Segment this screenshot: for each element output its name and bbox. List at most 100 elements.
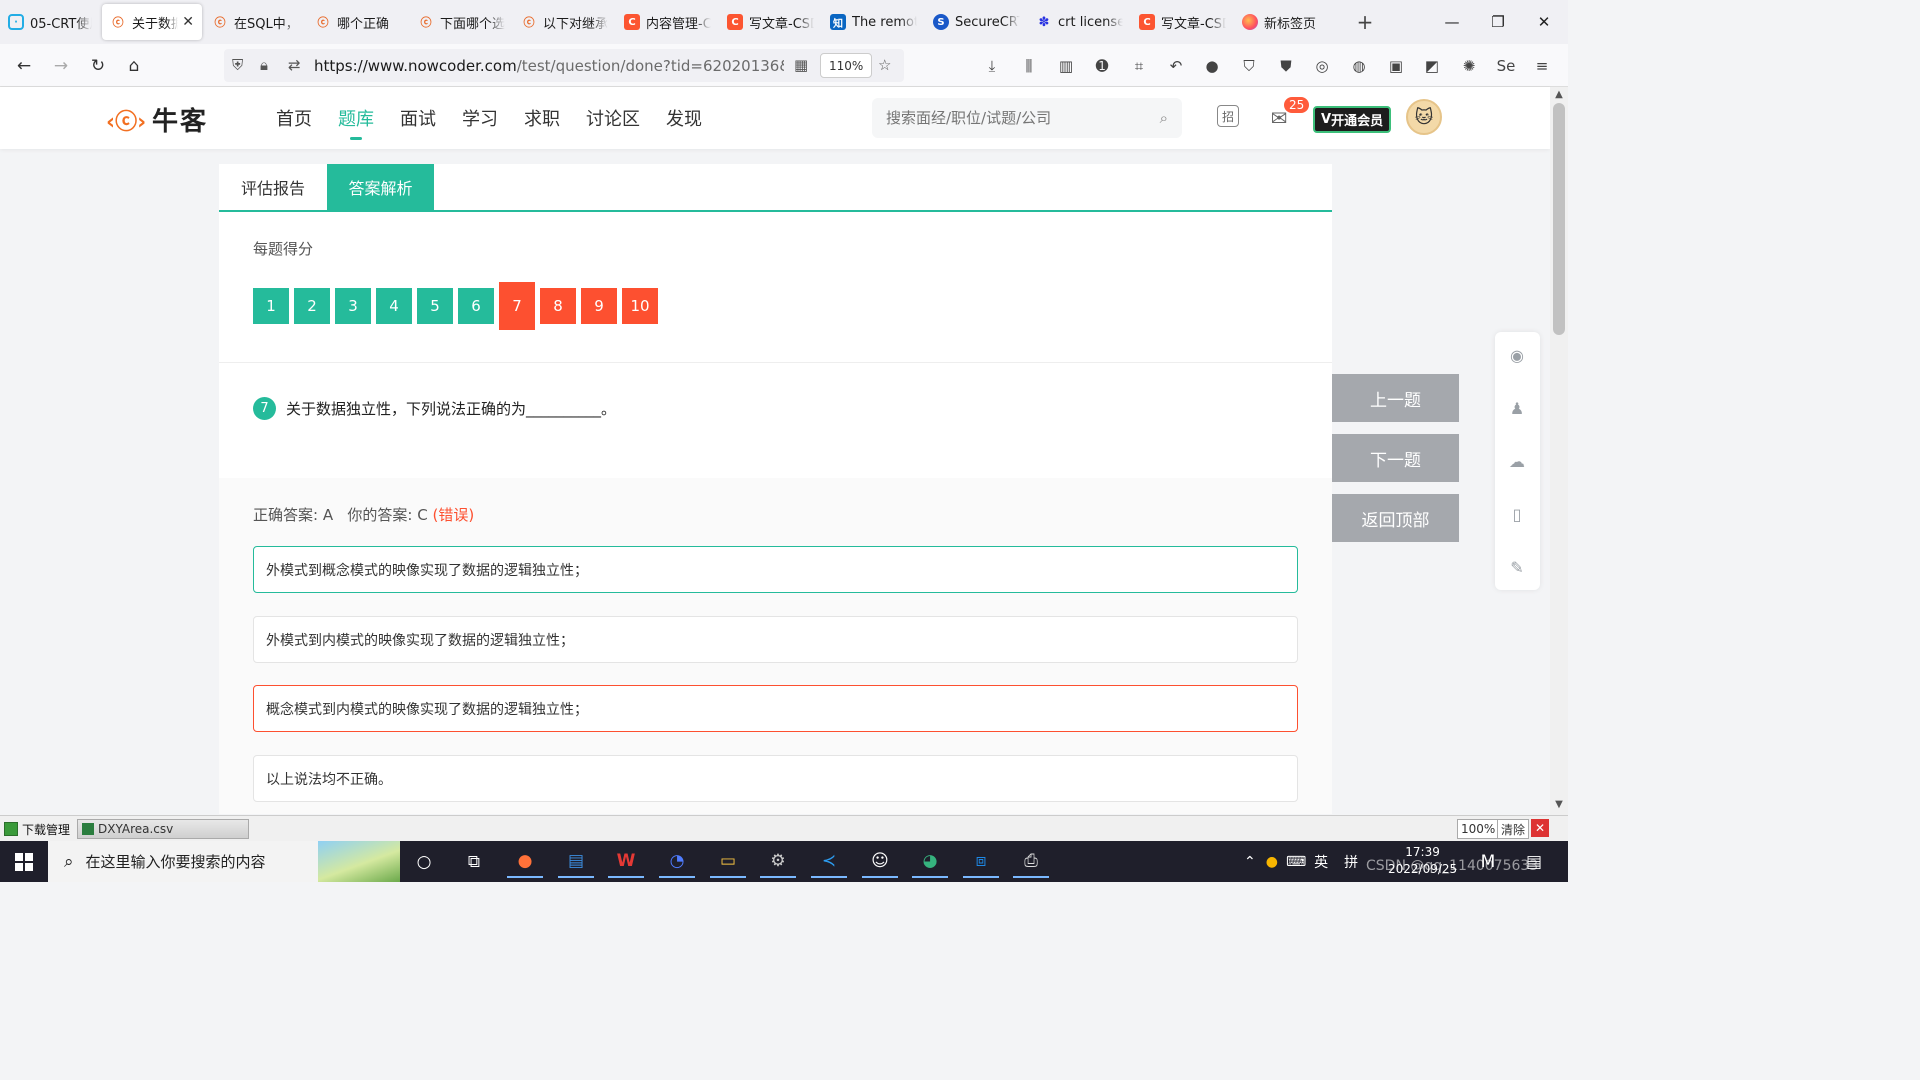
tray-app-icon[interactable]: ●: [1266, 854, 1278, 870]
extension-green-icon[interactable]: ◩: [1422, 56, 1442, 76]
score-box[interactable]: 5: [417, 288, 453, 324]
option-d[interactable]: 以上说法均不正确。: [253, 755, 1298, 802]
printer-app-icon[interactable]: ⎙: [1013, 845, 1049, 878]
browser-tab[interactable]: ⓒ 下面哪个选: [410, 4, 513, 40]
globe-icon[interactable]: ◍: [1349, 56, 1369, 76]
minimize-button[interactable]: —: [1429, 0, 1475, 44]
vertical-scrollbar[interactable]: ▲ ▼: [1550, 87, 1568, 815]
start-button[interactable]: [0, 841, 48, 882]
score-box[interactable]: 9: [581, 288, 617, 324]
tab-answer-analysis[interactable]: 答案解析: [327, 164, 435, 210]
reload-button[interactable]: ↻: [84, 52, 112, 80]
score-box[interactable]: 3: [335, 288, 371, 324]
site-search[interactable]: ⌕: [872, 98, 1182, 138]
nav-learn[interactable]: 学习: [462, 105, 498, 131]
close-icon[interactable]: ✕: [182, 14, 194, 30]
browser-tab[interactable]: ✽ crt license: [1028, 4, 1131, 40]
browser-tab[interactable]: 新标签页: [1234, 4, 1337, 40]
browser-tab[interactable]: C 写文章-CSDN: [719, 4, 822, 40]
wechat-icon[interactable]: ☁: [1507, 451, 1527, 471]
forward-button[interactable]: →: [47, 52, 75, 80]
score-box[interactable]: 2: [294, 288, 330, 324]
sidebar-icon[interactable]: ▥: [1056, 56, 1076, 76]
lock-icon[interactable]: 🔒︎: [260, 56, 268, 74]
score-box[interactable]: 7: [499, 282, 535, 330]
browser-tab[interactable]: ⓒ 哪个正确: [307, 4, 410, 40]
scroll-up-icon[interactable]: ▲: [1550, 89, 1568, 103]
password-extension-icon[interactable]: ➊: [1092, 56, 1112, 76]
mobile-icon[interactable]: ▯: [1507, 504, 1527, 524]
browser-tab[interactable]: C 内容管理-CSDN: [616, 4, 719, 40]
vip-button[interactable]: V 开通会员: [1313, 106, 1392, 133]
extension-ring-icon[interactable]: ◎: [1312, 56, 1332, 76]
score-box[interactable]: 6: [458, 288, 494, 324]
file-explorer-icon[interactable]: ▭: [710, 845, 746, 878]
undo-icon[interactable]: ↶: [1166, 56, 1186, 76]
search-icon[interactable]: ⌕: [1160, 109, 1168, 127]
settings-gear-icon[interactable]: ⚙: [760, 845, 796, 878]
option-a[interactable]: 外模式到概念模式的映像实现了数据的逻辑独立性；: [253, 546, 1298, 593]
url-bar[interactable]: ⛨ 🔒︎ ⇄ https://www.nowcoder.com/test/que…: [224, 49, 904, 82]
library-icon[interactable]: ⫼: [1019, 56, 1039, 76]
app-taskbar-icon[interactable]: ▤: [558, 845, 594, 878]
character-app-icon[interactable]: ☺: [862, 845, 898, 878]
browser-tab-active[interactable]: ⓒ 关于数据独立性 ✕: [102, 4, 202, 40]
recruit-icon[interactable]: 招: [1217, 105, 1239, 127]
shield-icon[interactable]: ⛨: [232, 56, 243, 74]
tab-report[interactable]: 评估报告: [219, 164, 327, 210]
close-download-bar-icon[interactable]: ✕: [1531, 819, 1549, 837]
extension-box-icon[interactable]: ▣: [1386, 56, 1406, 76]
new-tab-button[interactable]: +: [1351, 10, 1379, 34]
wps-icon[interactable]: W: [608, 845, 644, 878]
qr-code-icon[interactable]: ▦: [794, 56, 808, 74]
nav-discuss[interactable]: 讨论区: [586, 105, 640, 131]
url-text[interactable]: https://www.nowcoder.com/test/question/d…: [314, 57, 784, 75]
weibo-icon[interactable]: ◉: [1507, 345, 1527, 365]
close-window-button[interactable]: ✕: [1521, 0, 1567, 44]
taskbar-search[interactable]: ⌕ 在这里输入你要搜索的内容: [48, 841, 400, 882]
download-file-item[interactable]: DXYArea.csv: [77, 819, 249, 839]
vscode-icon[interactable]: ≺: [811, 845, 847, 878]
firefox-taskbar-icon[interactable]: ●: [507, 845, 543, 878]
input-mode-icon[interactable]: 拼: [1344, 852, 1358, 872]
restore-button[interactable]: ❐: [1475, 0, 1521, 44]
browser-app-icon[interactable]: ◔: [659, 845, 695, 878]
browser-tab[interactable]: ⓒ 以下对继承: [513, 4, 616, 40]
option-c[interactable]: 概念模式到内模式的映像实现了数据的逻辑独立性；: [253, 685, 1298, 732]
zoom-indicator[interactable]: 110%: [820, 53, 873, 78]
site-logo[interactable]: ‹ⓒ› 牛客: [106, 101, 208, 138]
menu-icon[interactable]: ≡: [1532, 56, 1552, 76]
download-icon[interactable]: ⤓: [982, 56, 1002, 76]
browser-tab[interactable]: ⓒ 在SQL中，: [204, 4, 307, 40]
bookmark-star-icon[interactable]: ☆: [878, 56, 891, 74]
cortana-icon[interactable]: ○: [406, 845, 442, 878]
back-to-top-button[interactable]: 返回顶部: [1332, 494, 1459, 542]
crop-icon[interactable]: ⌗: [1129, 56, 1149, 76]
qq-icon[interactable]: ♟: [1507, 398, 1527, 418]
nav-interview[interactable]: 面试: [400, 105, 436, 131]
score-box[interactable]: 10: [622, 288, 658, 324]
scroll-thumb[interactable]: [1553, 103, 1565, 335]
home-button[interactable]: ⌂: [120, 52, 148, 80]
remote-desktop-icon[interactable]: ⧈: [963, 845, 999, 878]
show-hidden-icons-icon[interactable]: ⌃: [1244, 854, 1256, 870]
extension-shield-icon[interactable]: ⛊: [1276, 56, 1296, 76]
adblock-icon[interactable]: ⛉: [1239, 56, 1259, 76]
selenium-icon[interactable]: Se: [1496, 56, 1516, 76]
nav-jobs[interactable]: 求职: [524, 105, 560, 131]
nav-discover[interactable]: 发现: [666, 105, 702, 131]
permissions-icon[interactable]: ⇄: [288, 56, 301, 74]
edit-icon[interactable]: ✎: [1507, 557, 1527, 577]
back-button[interactable]: ←: [10, 52, 38, 80]
task-view-icon[interactable]: ⧉: [456, 845, 492, 878]
download-manager-button[interactable]: 下载管理: [4, 819, 70, 839]
extension-icon[interactable]: ●: [1202, 56, 1222, 76]
clear-button[interactable]: 清除: [1497, 819, 1530, 839]
browser-tab[interactable]: 知 The remote: [822, 4, 925, 40]
prev-question-button[interactable]: 上一题: [1332, 374, 1459, 422]
browser-tab[interactable]: C 写文章-CSDN: [1131, 4, 1234, 40]
status-zoom[interactable]: 100%: [1457, 819, 1500, 839]
ime-indicator[interactable]: 英: [1314, 852, 1328, 872]
edge-icon[interactable]: ◕: [912, 845, 948, 878]
score-box[interactable]: 1: [253, 288, 289, 324]
